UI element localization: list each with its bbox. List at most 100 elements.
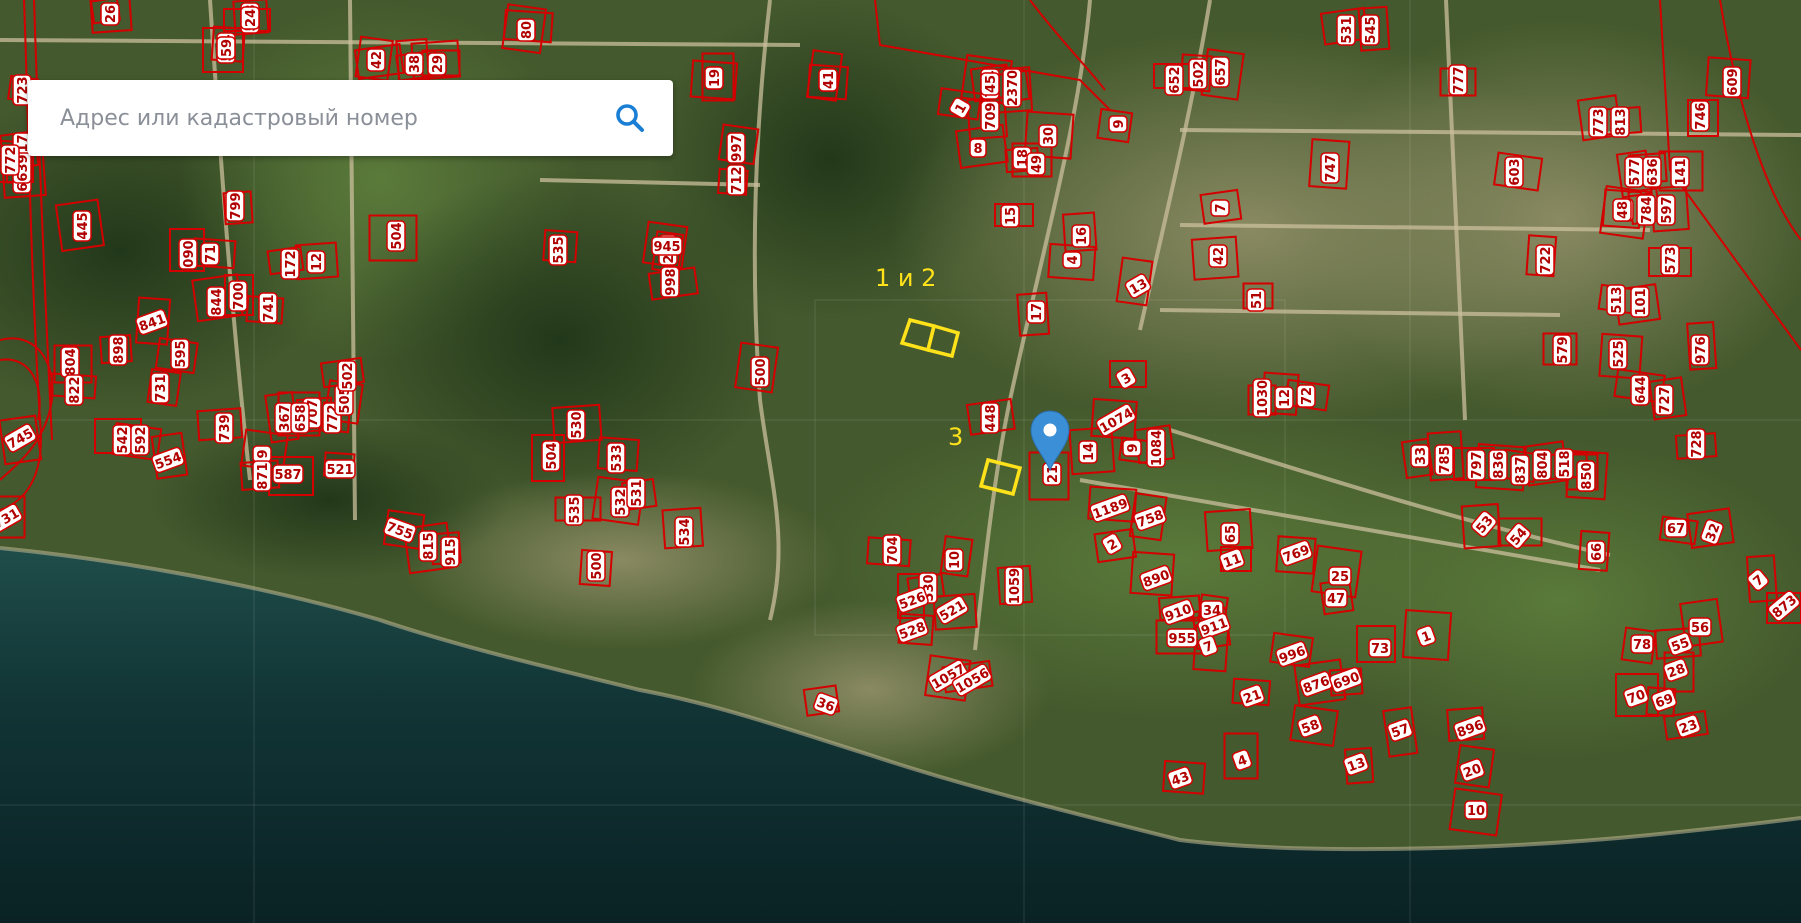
parcel-label[interactable]: 14: [1078, 440, 1098, 464]
parcel-label[interactable]: 871: [252, 460, 272, 492]
parcel-label[interactable]: 709: [980, 100, 1000, 132]
parcel-label[interactable]: 704: [882, 534, 902, 566]
parcel-label[interactable]: 10: [944, 548, 964, 572]
parcel-label[interactable]: 727: [1654, 384, 1674, 416]
parcel-label[interactable]: 25: [1328, 566, 1352, 586]
parcel-label[interactable]: 525: [1608, 338, 1628, 370]
parcel-label[interactable]: 71: [200, 242, 220, 266]
parcel-label[interactable]: 945: [651, 236, 683, 256]
parcel-label[interactable]: 587: [272, 464, 304, 484]
search-button[interactable]: [607, 95, 653, 141]
parcel-label[interactable]: 772: [0, 144, 20, 176]
parcel-label[interactable]: 844: [206, 286, 226, 318]
parcel-label[interactable]: 746: [1690, 100, 1710, 132]
parcel-label[interactable]: 1030: [1252, 378, 1272, 418]
parcel-label[interactable]: 42: [1208, 244, 1228, 268]
parcel-label[interactable]: 1084: [1146, 428, 1166, 468]
parcel-label[interactable]: 731: [150, 372, 170, 404]
parcel-label[interactable]: 80: [516, 18, 536, 42]
parcel-label[interactable]: 56: [1688, 617, 1712, 637]
parcel-label[interactable]: 747: [1320, 152, 1340, 184]
parcel-label[interactable]: 24: [240, 6, 260, 30]
parcel-label[interactable]: 2370: [1002, 68, 1022, 108]
parcel-label[interactable]: 090: [178, 238, 198, 270]
parcel-label[interactable]: 998: [660, 266, 680, 298]
parcel-label[interactable]: 603: [1504, 156, 1524, 188]
parcel-label[interactable]: 722: [1535, 244, 1555, 276]
parcel-label[interactable]: 837: [1510, 454, 1530, 486]
parcel-label[interactable]: 521: [324, 459, 356, 479]
parcel-label[interactable]: 518: [1554, 448, 1574, 480]
parcel-label[interactable]: 15: [1000, 204, 1020, 228]
parcel-label[interactable]: 955: [1166, 628, 1198, 648]
parcel-label[interactable]: 10: [1464, 800, 1488, 820]
parcel-label[interactable]: 42: [366, 48, 386, 72]
parcel-label[interactable]: 33: [1410, 444, 1430, 468]
parcel-label[interactable]: 500: [586, 550, 606, 582]
parcel-label[interactable]: 534: [674, 516, 694, 548]
parcel-label[interactable]: 17: [1026, 300, 1046, 324]
parcel-label[interactable]: 9: [1122, 439, 1142, 457]
parcel-label[interactable]: 658: [290, 402, 310, 434]
parcel-label[interactable]: 59: [216, 36, 236, 60]
parcel-label[interactable]: 773: [1588, 106, 1608, 138]
parcel-label[interactable]: 8: [969, 138, 987, 158]
parcel-label[interactable]: 700: [228, 280, 248, 312]
parcel-label[interactable]: 1059: [1004, 566, 1024, 606]
parcel-label[interactable]: 4: [1062, 251, 1082, 269]
parcel-label[interactable]: 712: [726, 164, 746, 196]
parcel-label[interactable]: 777: [1448, 64, 1468, 96]
parcel-label[interactable]: 597: [1656, 194, 1676, 226]
parcel-label[interactable]: 172: [280, 248, 300, 280]
parcel-label[interactable]: 7: [1210, 199, 1230, 217]
parcel-label[interactable]: 38: [404, 52, 424, 76]
parcel-label[interactable]: 19: [704, 66, 724, 90]
parcel-label[interactable]: 535: [564, 494, 584, 526]
parcel-label[interactable]: 500: [750, 356, 770, 388]
parcel-label[interactable]: 850: [1576, 460, 1596, 492]
parcel-label[interactable]: 101: [1630, 286, 1650, 318]
parcel-label[interactable]: 502: [1188, 58, 1208, 90]
parcel-label[interactable]: 915: [440, 536, 460, 568]
parcel-label[interactable]: 898: [108, 334, 128, 366]
parcel-label[interactable]: 504: [386, 220, 406, 252]
parcel-label[interactable]: 804: [60, 346, 80, 378]
parcel-label[interactable]: 47: [1324, 588, 1348, 608]
parcel-label[interactable]: 9: [1108, 115, 1128, 133]
parcel-label[interactable]: 141: [1670, 156, 1690, 188]
parcel-label[interactable]: 445: [72, 210, 92, 242]
parcel-label[interactable]: 12: [1274, 386, 1294, 410]
parcel-label[interactable]: 67: [1664, 518, 1688, 538]
parcel-label[interactable]: 636: [1642, 156, 1662, 188]
parcel-label[interactable]: 41: [818, 68, 838, 92]
parcel-label[interactable]: 535: [548, 234, 568, 266]
parcel-label[interactable]: 48: [1612, 198, 1632, 222]
parcel-label[interactable]: 504: [541, 440, 561, 472]
parcel-label[interactable]: 502: [337, 360, 357, 392]
parcel-label[interactable]: 72: [1296, 384, 1316, 408]
parcel-label[interactable]: 12: [306, 250, 326, 274]
parcel-label[interactable]: 592: [130, 424, 150, 456]
parcel-label[interactable]: 78: [1630, 634, 1654, 654]
parcel-label[interactable]: 657: [1210, 56, 1230, 88]
parcel-label[interactable]: 65: [1220, 522, 1240, 546]
parcel-label[interactable]: 785: [1434, 444, 1454, 476]
parcel-label[interactable]: 815: [418, 530, 438, 562]
parcel-label[interactable]: 9: [252, 445, 272, 463]
parcel-label[interactable]: 531: [626, 477, 646, 509]
parcel-label[interactable]: 73: [1368, 638, 1392, 658]
parcel-label[interactable]: 728: [1686, 428, 1706, 460]
parcel-label[interactable]: 804: [1532, 449, 1552, 481]
parcel-label[interactable]: 609: [1722, 66, 1742, 98]
parcel-label[interactable]: 579: [1552, 334, 1572, 366]
parcel-label[interactable]: 16: [1071, 224, 1091, 248]
parcel-label[interactable]: 644: [1630, 374, 1650, 406]
parcel-label[interactable]: 45: [980, 72, 1000, 96]
parcel-label[interactable]: 813: [1610, 106, 1630, 138]
parcel-label[interactable]: 49: [1026, 152, 1046, 176]
parcel-label[interactable]: 741: [258, 292, 278, 324]
search-input[interactable]: [58, 104, 607, 132]
parcel-label[interactable]: 577: [1624, 156, 1644, 188]
parcel-label[interactable]: 797: [1466, 449, 1486, 481]
parcel-label[interactable]: 739: [214, 412, 234, 444]
